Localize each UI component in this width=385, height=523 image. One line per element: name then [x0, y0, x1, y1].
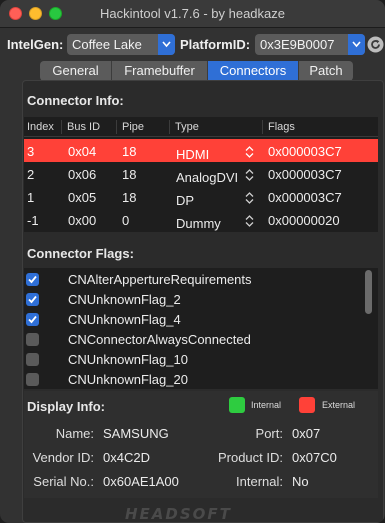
cell-pipe: 18 — [122, 144, 137, 159]
name-value: SAMSUNG — [103, 426, 169, 441]
cell-bus-id: 0x05 — [68, 190, 97, 205]
cell-index: 3 — [27, 144, 35, 159]
title-bar: Hackintool v1.7.6 - by headkaze — [0, 0, 385, 28]
checkbox[interactable] — [26, 293, 39, 306]
serial-number-value: 0x60AE1A00 — [103, 474, 179, 489]
platformid-value: 0x3E9B0007 — [260, 37, 335, 52]
cell-bus-id: 0x04 — [68, 144, 97, 159]
flags-scrollbar[interactable] — [365, 270, 372, 314]
flag-label: CNConnectorAlwaysConnected — [68, 332, 251, 347]
platformid-select[interactable]: 0x3E9B0007 — [255, 34, 365, 55]
cell-bus-id: 0x00 — [68, 213, 97, 228]
cell-flags: 0x000003C7 — [268, 190, 342, 205]
flag-label: CNAlterAppertureRequirements — [68, 272, 252, 287]
table-row[interactable]: -1 0x00 0 Dummy 0x00000020 — [24, 208, 378, 231]
chevron-down-icon — [348, 34, 365, 55]
column-header-bus-id[interactable]: Bus ID — [67, 121, 100, 133]
toolbar: IntelGen: Coffee Lake PlatformID: 0x3E9B… — [0, 33, 385, 57]
cell-bus-id: 0x06 — [68, 167, 97, 182]
internal-value: No — [292, 474, 309, 489]
table-row[interactable]: 2 0x06 18 AnalogDVI 0x000003C7 — [24, 162, 378, 185]
cell-type[interactable]: HDMI — [176, 147, 209, 162]
checkbox[interactable] — [26, 353, 39, 366]
cell-flags: 0x00000020 — [268, 213, 340, 228]
checkbox[interactable] — [26, 373, 39, 386]
tab-bar: General Framebuffer Connectors Patch — [40, 61, 353, 81]
connector-info-title: Connector Info: — [27, 93, 124, 108]
stepper-icon[interactable] — [245, 215, 254, 227]
name-label: Name: — [55, 426, 94, 441]
external-legend-swatch — [299, 397, 315, 413]
tab-patch[interactable]: Patch — [299, 61, 353, 81]
connector-flags-title: Connector Flags: — [27, 246, 134, 261]
platformid-label: PlatformID: — [180, 37, 251, 52]
cell-index: 2 — [27, 167, 35, 182]
chevron-down-icon — [158, 34, 175, 55]
internal-legend-swatch — [229, 397, 245, 413]
vendor-id-label: Vendor ID: — [32, 450, 94, 465]
flag-label: CNUnknownFlag_10 — [68, 352, 188, 367]
flag-label: CNUnknownFlag_2 — [68, 292, 181, 307]
tab-framebuffer[interactable]: Framebuffer — [112, 61, 208, 81]
stepper-icon[interactable] — [245, 146, 254, 158]
external-legend-label: External — [322, 400, 356, 410]
intelgen-label: IntelGen: — [7, 37, 64, 52]
cell-index: -1 — [27, 213, 39, 228]
intelgen-value: Coffee Lake — [72, 37, 142, 52]
cell-type[interactable]: Dummy — [176, 216, 221, 231]
headsoft-logo: HEADSOFT — [125, 505, 232, 523]
list-item[interactable]: CNUnknownFlag_2 — [24, 290, 378, 310]
intelgen-select[interactable]: Coffee Lake — [67, 34, 175, 55]
column-header-pipe[interactable]: Pipe — [122, 121, 144, 133]
stepper-icon[interactable] — [245, 169, 254, 181]
table-header: Index Bus ID Pipe Type Flags — [24, 117, 378, 137]
internal-label: Internal: — [236, 474, 283, 489]
column-header-index[interactable]: Index — [27, 121, 54, 133]
table-row[interactable]: 1 0x05 18 DP 0x000003C7 — [24, 185, 378, 208]
list-item[interactable]: CNUnknownFlag_20 — [24, 370, 378, 389]
cell-type[interactable]: DP — [176, 193, 194, 208]
column-header-type[interactable]: Type — [175, 121, 199, 133]
checkbox[interactable] — [26, 273, 39, 286]
display-info-title: Display Info: — [27, 399, 106, 414]
list-item[interactable]: CNConnectorAlwaysConnected — [24, 330, 378, 350]
list-item[interactable]: CNAlterAppertureRequirements — [24, 270, 378, 290]
app-window: Hackintool v1.7.6 - by headkaze IntelGen… — [0, 0, 385, 523]
list-item[interactable]: CNUnknownFlag_10 — [24, 350, 378, 370]
connector-flags-list: CNAlterAppertureRequirements CNUnknownFl… — [24, 268, 378, 389]
port-label: Port: — [255, 426, 283, 441]
internal-legend-label: Internal — [251, 400, 282, 410]
table-row[interactable]: 3 0x04 18 HDMI 0x000003C7 — [24, 139, 378, 162]
port-value: 0x07 — [292, 426, 321, 441]
tab-connectors[interactable]: Connectors — [208, 61, 299, 81]
cell-type[interactable]: AnalogDVI — [176, 170, 238, 185]
product-id-label: Product ID: — [217, 450, 283, 465]
serial-number-label: Serial No.: — [33, 474, 94, 489]
checkbox[interactable] — [26, 313, 39, 326]
flag-label: CNUnknownFlag_4 — [68, 312, 181, 327]
refresh-icon[interactable] — [367, 36, 384, 53]
column-header-flags[interactable]: Flags — [268, 121, 295, 133]
list-item[interactable]: CNUnknownFlag_4 — [24, 310, 378, 330]
cell-pipe: 0 — [122, 213, 130, 228]
stepper-icon[interactable] — [245, 192, 254, 204]
checkbox[interactable] — [26, 333, 39, 346]
product-id-value: 0x07C0 — [292, 450, 337, 465]
cell-pipe: 18 — [122, 167, 137, 182]
window-title: Hackintool v1.7.6 - by headkaze — [100, 6, 285, 21]
cell-flags: 0x000003C7 — [268, 144, 342, 159]
cell-index: 1 — [27, 190, 35, 205]
cell-pipe: 18 — [122, 190, 137, 205]
flag-label: CNUnknownFlag_20 — [68, 372, 188, 387]
vendor-id-value: 0x4C2D — [103, 450, 150, 465]
cell-flags: 0x000003C7 — [268, 167, 342, 182]
tab-general[interactable]: General — [40, 61, 112, 81]
connector-table: Index Bus ID Pipe Type Flags 3 0x04 18 H… — [24, 117, 378, 232]
